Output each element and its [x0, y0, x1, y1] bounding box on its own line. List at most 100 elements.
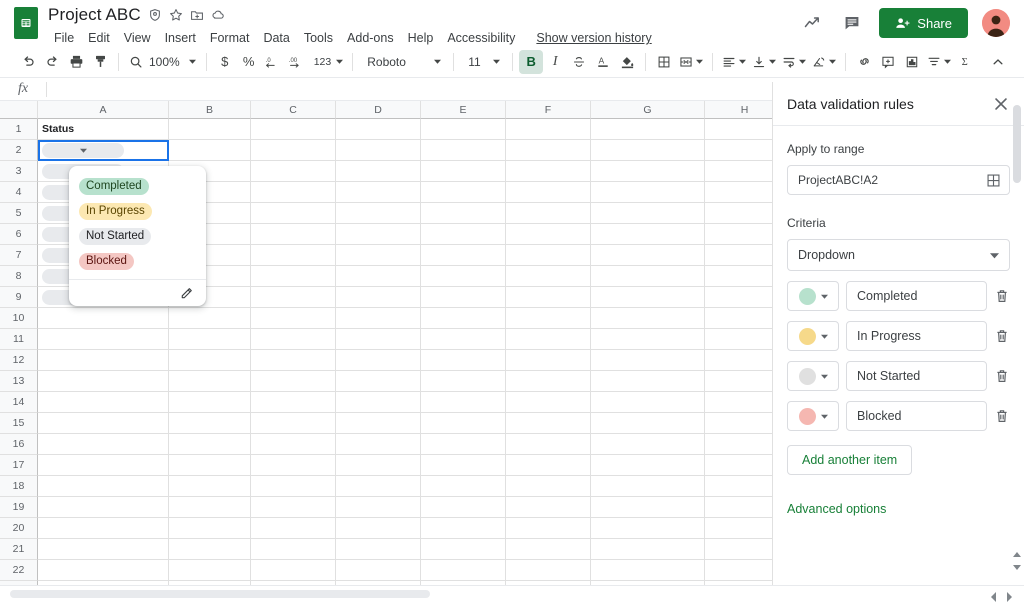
cell-h13[interactable] — [705, 371, 772, 392]
rule-color-picker-0[interactable] — [787, 281, 839, 311]
cell-g3[interactable] — [591, 161, 705, 182]
cell-d17[interactable] — [336, 455, 421, 476]
cell-b21[interactable] — [169, 539, 251, 560]
cell-d15[interactable] — [336, 413, 421, 434]
trash-icon[interactable] — [994, 408, 1010, 424]
cell-g20[interactable] — [591, 518, 705, 539]
cell-f14[interactable] — [506, 392, 591, 413]
font-size-selector[interactable]: 11 — [460, 55, 506, 69]
dropdown-option-not-started[interactable]: Not Started — [69, 224, 206, 249]
cell-c11[interactable] — [251, 329, 336, 350]
document-title[interactable]: Project ABC — [48, 5, 141, 25]
cell-c20[interactable] — [251, 518, 336, 539]
cell-d11[interactable] — [336, 329, 421, 350]
rule-value-input-0[interactable] — [846, 281, 987, 311]
row-header-20[interactable]: 20 — [0, 518, 38, 539]
cell-a22[interactable] — [38, 560, 169, 581]
italic-button[interactable]: I — [543, 50, 567, 74]
cell-e21[interactable] — [421, 539, 506, 560]
bold-button[interactable]: B — [519, 49, 544, 74]
comment-icon[interactable] — [839, 10, 865, 36]
cell-d3[interactable] — [336, 161, 421, 182]
column-header-c[interactable]: C — [251, 101, 336, 119]
cell-g8[interactable] — [591, 266, 705, 287]
number-format-button[interactable]: 123 — [309, 50, 347, 74]
cell-f7[interactable] — [506, 245, 591, 266]
cell-b19[interactable] — [169, 497, 251, 518]
row-header-9[interactable]: 9 — [0, 287, 38, 308]
cell-b17[interactable] — [169, 455, 251, 476]
avatar[interactable] — [982, 9, 1010, 37]
cell-a1[interactable]: Status — [38, 119, 169, 140]
cell-b2[interactable] — [169, 140, 251, 161]
currency-format-button[interactable]: $ — [213, 50, 237, 74]
cell-g2[interactable] — [591, 140, 705, 161]
apply-to-range-field[interactable]: ProjectABC!A2 — [787, 165, 1010, 195]
cell-g22[interactable] — [591, 560, 705, 581]
row-header-7[interactable]: 7 — [0, 245, 38, 266]
row-header-10[interactable]: 10 — [0, 308, 38, 329]
cell-c12[interactable] — [251, 350, 336, 371]
cell-h7[interactable] — [705, 245, 772, 266]
scroll-left-arrow-icon[interactable] — [991, 589, 999, 602]
cell-h8[interactable] — [705, 266, 772, 287]
row-header-12[interactable]: 12 — [0, 350, 38, 371]
cell-h21[interactable] — [705, 539, 772, 560]
cell-h17[interactable] — [705, 455, 772, 476]
cell-d8[interactable] — [336, 266, 421, 287]
cell-a13[interactable] — [38, 371, 169, 392]
cell-b15[interactable] — [169, 413, 251, 434]
rule-color-picker-1[interactable] — [787, 321, 839, 351]
share-button[interactable]: Share — [879, 8, 968, 38]
menu-item-accessibility[interactable]: Accessibility — [440, 29, 522, 47]
cell-c10[interactable] — [251, 308, 336, 329]
column-header-h[interactable]: H — [705, 101, 772, 119]
cell-c3[interactable] — [251, 161, 336, 182]
cell-d21[interactable] — [336, 539, 421, 560]
menu-item-help[interactable]: Help — [401, 29, 441, 47]
cell-c1[interactable] — [251, 119, 336, 140]
dropdown-option-in-progress[interactable]: In Progress — [69, 199, 206, 224]
select-all-corner[interactable] — [0, 101, 38, 119]
cell-h6[interactable] — [705, 224, 772, 245]
collapse-toolbar-button[interactable] — [986, 50, 1010, 74]
row-header-16[interactable]: 16 — [0, 434, 38, 455]
cell-e3[interactable] — [421, 161, 506, 182]
cell-b12[interactable] — [169, 350, 251, 371]
column-header-a[interactable]: A — [38, 101, 169, 119]
row-header-11[interactable]: 11 — [0, 329, 38, 350]
increase-decimal-button[interactable]: .00 — [285, 50, 309, 74]
cell-d1[interactable] — [336, 119, 421, 140]
rule-value-input-2[interactable] — [846, 361, 987, 391]
cloud-saved-icon[interactable] — [211, 8, 225, 22]
cell-c5[interactable] — [251, 203, 336, 224]
redo-button[interactable] — [40, 50, 64, 74]
cell-d9[interactable] — [336, 287, 421, 308]
close-icon[interactable] — [992, 95, 1010, 113]
cell-g17[interactable] — [591, 455, 705, 476]
cell-c6[interactable] — [251, 224, 336, 245]
cell-d16[interactable] — [336, 434, 421, 455]
cell-a10[interactable] — [38, 308, 169, 329]
cell-f20[interactable] — [506, 518, 591, 539]
dropdown-chip-a2[interactable] — [42, 142, 124, 158]
cell-a17[interactable] — [38, 455, 169, 476]
cell-h22[interactable] — [705, 560, 772, 581]
create-filter-button[interactable] — [924, 50, 954, 74]
cell-e6[interactable] — [421, 224, 506, 245]
insert-chart-button[interactable] — [900, 50, 924, 74]
strikethrough-button[interactable] — [567, 50, 591, 74]
cell-e11[interactable] — [421, 329, 506, 350]
scroll-down-arrow-icon[interactable] — [1013, 563, 1021, 571]
horizontal-scrollbar[interactable] — [0, 585, 1024, 602]
rule-value-input-1[interactable] — [846, 321, 987, 351]
merge-cells-button[interactable] — [676, 50, 706, 74]
menu-item-file[interactable]: File — [47, 29, 81, 47]
menu-item-format[interactable]: Format — [203, 29, 257, 47]
cell-e19[interactable] — [421, 497, 506, 518]
menu-item-tools[interactable]: Tools — [297, 29, 340, 47]
cell-a21[interactable] — [38, 539, 169, 560]
cell-g7[interactable] — [591, 245, 705, 266]
row-header-13[interactable]: 13 — [0, 371, 38, 392]
cell-g4[interactable] — [591, 182, 705, 203]
